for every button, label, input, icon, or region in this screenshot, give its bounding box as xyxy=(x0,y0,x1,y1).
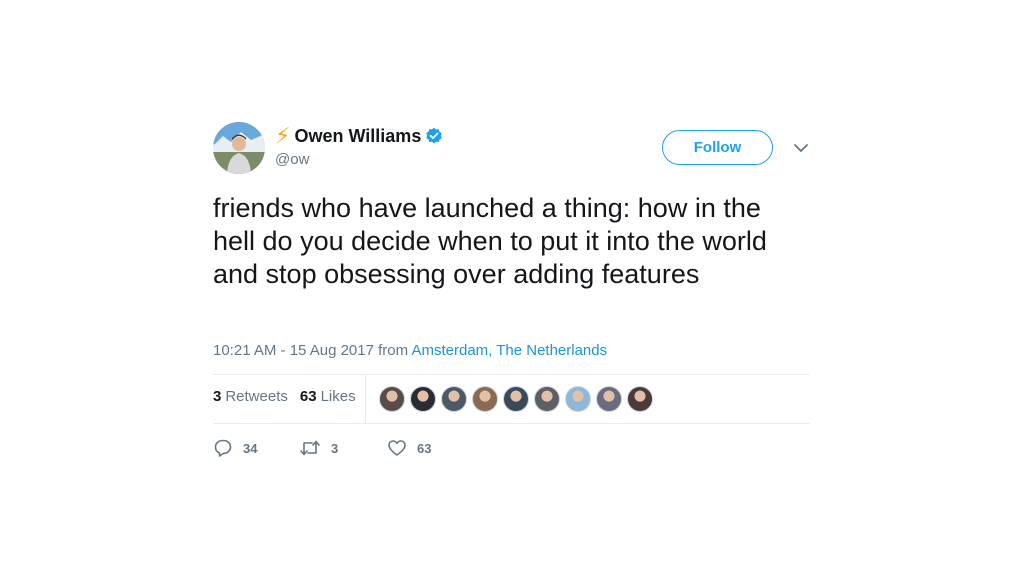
tweet-actions: 34 3 63 xyxy=(213,438,431,458)
tweet-text: friends who have launched a thing: how i… xyxy=(213,193,767,289)
likes-count: 63 xyxy=(299,388,317,405)
like-count: 63 xyxy=(417,440,432,456)
liker-avatar[interactable] xyxy=(627,386,653,412)
divider xyxy=(213,374,810,375)
like-button[interactable]: 63 xyxy=(387,438,431,458)
liker-avatar[interactable] xyxy=(534,386,560,412)
tweet-metadata: 10:21 AM - 15 Aug 2017 from Amsterdam, T… xyxy=(213,342,607,359)
reply-button[interactable]: 34 xyxy=(213,438,299,458)
tweet-timestamp[interactable]: 10:21 AM - 15 Aug 2017 from xyxy=(213,342,411,359)
retweet-count: 3 xyxy=(331,440,339,456)
stats-separator xyxy=(365,374,366,423)
lightning-bolt-emoji: ⚡ xyxy=(275,123,291,148)
retweets-stat[interactable]: 3 Retweets xyxy=(213,388,288,405)
liker-avatar[interactable] xyxy=(565,386,591,412)
author-name-row[interactable]: ⚡ Owen Williams xyxy=(275,122,443,150)
likes-label: Likes xyxy=(320,388,356,405)
retweets-label: Retweets xyxy=(225,388,288,405)
liker-avatar[interactable] xyxy=(410,386,436,412)
liker-avatar[interactable] xyxy=(472,386,498,412)
retweets-count: 3 xyxy=(213,388,222,405)
divider xyxy=(213,423,810,424)
retweet-icon xyxy=(300,440,320,456)
retweet-button[interactable]: 3 xyxy=(299,438,387,458)
follow-button[interactable]: Follow xyxy=(662,130,773,165)
liker-avatar[interactable] xyxy=(379,386,405,412)
reply-count: 34 xyxy=(243,440,258,456)
likes-stat[interactable]: 63 Likes xyxy=(300,388,356,405)
tweet-location-link[interactable]: Amsterdam, The Netherlands xyxy=(411,342,607,359)
author-handle[interactable]: @ow xyxy=(275,151,309,168)
avatar[interactable] xyxy=(213,122,265,174)
chevron-down-icon[interactable] xyxy=(793,142,809,154)
liker-avatar[interactable] xyxy=(596,386,622,412)
verified-badge-icon xyxy=(426,127,443,144)
author-name[interactable]: Owen Williams xyxy=(294,126,421,147)
liker-avatar[interactable] xyxy=(441,386,467,412)
tweet-stats: 3 Retweets 63 Likes xyxy=(213,388,368,405)
liker-avatar[interactable] xyxy=(503,386,529,412)
heart-icon xyxy=(388,440,406,456)
likers-avatars xyxy=(379,386,658,412)
reply-icon xyxy=(214,439,232,457)
